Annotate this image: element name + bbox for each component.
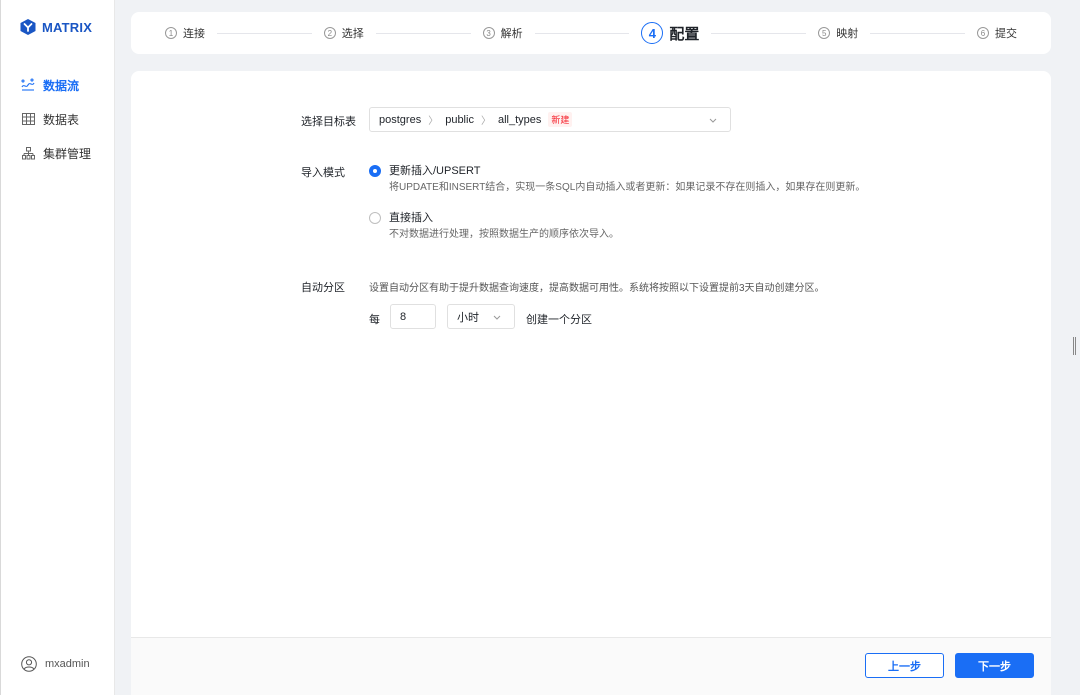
sidebar: MATRIX 数据流 数据表 集群管理 mxadmin xyxy=(1,0,115,695)
import-mode-label: 导入模式 xyxy=(301,167,345,179)
step-select[interactable]: 2 选择 xyxy=(323,25,364,41)
step-number: 6 xyxy=(977,27,989,39)
sidebar-item-label: 数据流 xyxy=(43,78,80,93)
crumb-table: all_types xyxy=(497,113,542,126)
step-divider xyxy=(870,32,965,34)
step-label: 映射 xyxy=(836,28,859,40)
step-number: 2 xyxy=(323,27,336,39)
resize-handle[interactable] xyxy=(1073,337,1077,355)
step-divider xyxy=(217,32,312,34)
chevron-down-icon xyxy=(493,315,501,320)
step-label: 连接 xyxy=(183,28,205,40)
import-option-insert[interactable]: 直接插入 不对数据进行处理，按照数据生产的顺序依次导入。 xyxy=(369,211,619,242)
radio-desc: 将UPDATE和INSERT结合，实现一条SQL内自动插入或者更新：如果记录不存… xyxy=(389,182,866,193)
prev-button[interactable]: 上一步 xyxy=(865,653,944,678)
radio-desc: 不对数据进行处理，按照数据生产的顺序依次导入。 xyxy=(389,229,619,240)
logo[interactable]: MATRIX xyxy=(19,17,92,37)
partition-interval-input[interactable]: 8 xyxy=(390,304,436,329)
user-menu[interactable]: mxadmin xyxy=(21,656,90,672)
target-table-select[interactable]: postgres 〉 public 〉 all_types 新建 xyxy=(369,107,731,132)
step-number: 5 xyxy=(818,27,831,39)
interval-unit: 小时 xyxy=(457,311,479,324)
step-parse[interactable]: 3 解析 xyxy=(482,25,523,41)
partition-desc: 设置自动分区有助于提升数据查询速度，提高数据可用性。系统将按照以下设置提前3天自… xyxy=(369,283,825,294)
step-connect[interactable]: 1 连接 xyxy=(165,25,205,41)
step-label: 解析 xyxy=(500,28,523,40)
radio-insert[interactable] xyxy=(369,212,381,224)
username: mxadmin xyxy=(45,658,90,670)
step-label: 选择 xyxy=(341,28,364,40)
step-number: 1 xyxy=(165,27,177,39)
user-icon xyxy=(21,656,37,672)
create-partition-label: 创建一个分区 xyxy=(526,314,592,326)
sidebar-item-cluster[interactable]: 集群管理 xyxy=(1,136,115,170)
interval-value: 8 xyxy=(400,310,407,323)
sidebar-item-tables[interactable]: 数据表 xyxy=(1,102,115,136)
radio-title: 直接插入 xyxy=(389,212,433,224)
step-mapping[interactable]: 5 映射 xyxy=(818,25,858,41)
wizard-steps: 1 连接 2 选择 3 解析 4 配置 5 映射 6 提交 xyxy=(131,12,1051,54)
sidebar-item-label: 集群管理 xyxy=(43,146,92,161)
partition-label: 自动分区 xyxy=(301,282,345,294)
sidebar-item-label: 数据表 xyxy=(43,112,80,127)
radio-title: 更新插入/UPSERT xyxy=(389,165,481,177)
brand-name: MATRIX xyxy=(42,19,93,35)
next-button[interactable]: 下一步 xyxy=(955,653,1034,678)
sidebar-item-dataflow[interactable]: 数据流 xyxy=(1,68,115,102)
chevron-right-icon: 〉 xyxy=(428,116,439,127)
table-icon xyxy=(21,112,35,126)
crumb-database: postgres xyxy=(379,113,422,126)
every-label: 每 xyxy=(369,314,380,326)
partition-unit-select[interactable]: 小时 xyxy=(447,304,515,329)
dataflow-icon xyxy=(21,78,35,92)
step-number: 3 xyxy=(482,27,495,39)
step-divider xyxy=(711,32,807,34)
crumb-schema: public xyxy=(445,113,474,126)
step-submit[interactable]: 6 提交 xyxy=(977,25,1017,41)
import-option-upsert[interactable]: 更新插入/UPSERT 将UPDATE和INSERT结合，实现一条SQL内自动插… xyxy=(369,164,865,195)
radio-upsert[interactable] xyxy=(369,165,381,177)
chevron-down-icon xyxy=(709,118,717,123)
step-divider xyxy=(375,32,471,34)
config-card: 选择目标表 postgres 〉 public 〉 all_types 新建 导… xyxy=(131,71,1051,695)
cluster-icon xyxy=(21,146,35,160)
wizard-footer: 上一步 下一步 xyxy=(131,637,1051,695)
target-table-label: 选择目标表 xyxy=(301,116,356,128)
sidebar-nav: 数据流 数据表 集群管理 xyxy=(1,68,115,170)
step-label: 提交 xyxy=(995,28,1017,40)
matrix-logo-icon xyxy=(20,19,36,35)
step-divider xyxy=(534,32,630,34)
step-number: 4 xyxy=(641,22,664,44)
chevron-right-icon: 〉 xyxy=(480,116,491,127)
step-configure[interactable]: 4 配置 xyxy=(641,22,699,44)
new-badge: 新建 xyxy=(548,112,573,127)
step-label: 配置 xyxy=(669,25,700,43)
